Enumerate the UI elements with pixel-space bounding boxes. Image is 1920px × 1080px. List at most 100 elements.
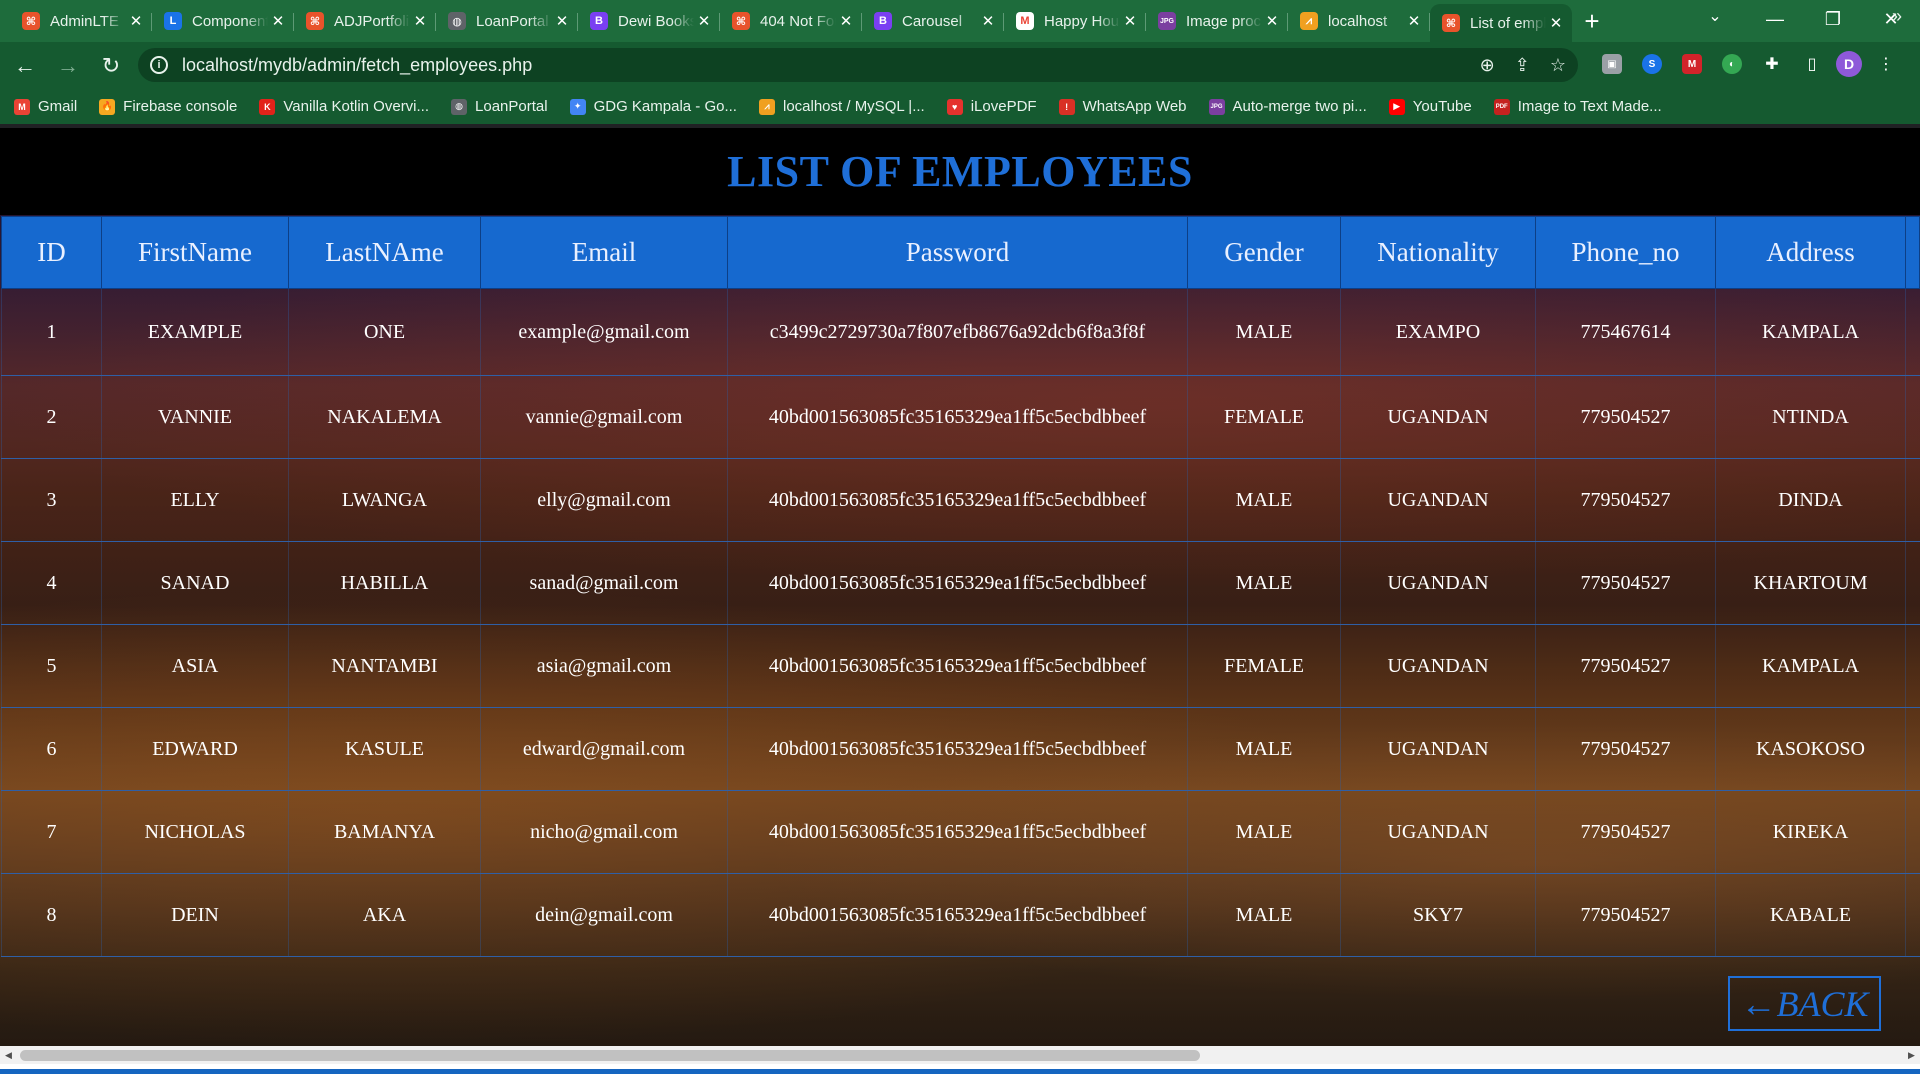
restore-icon[interactable]: ❐ (1804, 0, 1862, 38)
table-cell: EXAMPLE (101, 288, 289, 376)
mendeley-icon[interactable]: M (1676, 48, 1708, 80)
back-button[interactable]: ←BACK (1728, 976, 1881, 1031)
bookmark-label: LoanPortal (475, 98, 548, 115)
bookmarks-overflow-icon[interactable]: » (1892, 6, 1902, 27)
browser-tab[interactable]: ⌘ List of employees✕ (1430, 4, 1572, 42)
browser-tab[interactable]: B Dewi Books ✕ (578, 4, 720, 38)
back-arrow-icon[interactable]: ← (7, 48, 43, 84)
tab-close-icon[interactable]: ✕ (1262, 11, 1282, 31)
address-bar[interactable]: i localhost/mydb/admin/fetch_employees.p… (138, 48, 1578, 82)
scrollbar-thumb[interactable] (20, 1050, 1200, 1061)
shazam-icon[interactable]: S (1636, 48, 1668, 80)
bookmark-item[interactable]: JPG Auto-merge two pi... (1208, 98, 1367, 115)
tab-close-icon[interactable]: ✕ (1404, 11, 1424, 31)
bookmark-item[interactable]: ▶ YouTube (1388, 98, 1472, 115)
table-header-row: ID FirstName LastNAme Email Password Gender Na… (1, 216, 1920, 289)
table-cell-overflow (1905, 873, 1920, 957)
table-cell: MALE (1187, 458, 1341, 542)
translate-extension-icon[interactable]: ◐ (1716, 48, 1748, 80)
employees-table: ID FirstName LastNAme Email Password Gender Na… (1, 216, 1920, 957)
horizontal-scrollbar[interactable]: ◀ ▶ (0, 1046, 1920, 1064)
browser-tab[interactable]: ⌘ AdminLTE ✕ (10, 4, 152, 38)
puzzle-extensions-icon[interactable]: ✚ (1756, 48, 1788, 80)
table-cell: vannie@gmail.com (480, 375, 728, 459)
table-row: 2 VANNIE NAKALEMA vannie@gmail.com 40bd00156… (1, 375, 1920, 459)
page-title: LIST OF EMPLOYEES (727, 147, 1193, 196)
extension-icon[interactable]: ▣ (1596, 48, 1628, 80)
tab-close-icon[interactable]: ✕ (1120, 11, 1140, 31)
bookmark-star-icon[interactable]: ☆ (1550, 55, 1566, 76)
table-cell: 775467614 (1535, 288, 1716, 376)
table-cell: MALE (1187, 873, 1341, 957)
url-text[interactable]: localhost/mydb/admin/fetch_employees.php (182, 55, 532, 76)
layout-icon: L (164, 12, 182, 30)
table-cell: 779504527 (1535, 707, 1716, 791)
tab-close-icon[interactable]: ✕ (410, 11, 430, 31)
table-row: 1 EXAMPLE ONE example@gmail.com c3499c272973… (1, 288, 1920, 376)
reload-icon[interactable]: ↻ (93, 48, 129, 84)
tab-close-icon[interactable]: ✕ (694, 11, 714, 31)
tab-close-icon[interactable]: ✕ (978, 11, 998, 31)
table-cell-overflow (1905, 541, 1920, 625)
bookmark-item[interactable]: PDF Image to Text Made... (1493, 98, 1662, 115)
bookmark-item[interactable]: 🔥 Firebase console (99, 98, 237, 115)
column-header: Address (1715, 216, 1906, 289)
bookmark-item[interactable]: ! WhatsApp Web (1058, 98, 1187, 115)
table-cell: 40bd001563085fc35165329ea1ff5c5ecbdbbeef (727, 873, 1188, 957)
table-row: 7 NICHOLAS BAMANYA nicho@gmail.com 40bd00156… (1, 790, 1920, 874)
scroll-left-icon[interactable]: ◀ (0, 1046, 17, 1064)
zoom-icon[interactable]: ⊕ (1480, 55, 1495, 76)
tab-title: ADJPortfolio (334, 12, 410, 30)
browser-tab[interactable]: L Components✕ (152, 4, 294, 38)
table-cell: ONE (288, 288, 481, 376)
browser-tab[interactable]: M Happy Hours✕ (1004, 4, 1146, 38)
table-cell-overflow (1905, 624, 1920, 708)
browser-menu-icon[interactable]: ⋮ (1870, 48, 1902, 80)
table-cell: 40bd001563085fc35165329ea1ff5c5ecbdbbeef (727, 707, 1188, 791)
table-cell: 5 (1, 624, 102, 708)
codeigniter-icon: ⌘ (732, 12, 750, 30)
share-icon[interactable]: ⇪ (1515, 55, 1530, 76)
globe-icon: ◍ (448, 12, 466, 30)
table-row: 6 EDWARD KASULE edward@gmail.com 40bd0015630… (1, 707, 1920, 791)
tab-close-icon[interactable]: ✕ (1546, 13, 1566, 33)
table-cell: VANNIE (101, 375, 289, 459)
minimize-icon[interactable]: — (1746, 0, 1804, 38)
table-cell: 40bd001563085fc35165329ea1ff5c5ecbdbbeef (727, 458, 1188, 542)
bookmark-item[interactable]: ◍ LoanPortal (451, 98, 548, 115)
table-row: 8 DEIN AKA dein@gmail.com 40bd001563085fc351… (1, 873, 1920, 957)
table-cell: MALE (1187, 707, 1341, 791)
table-cell-overflow (1905, 458, 1920, 542)
table-cell: KAMPALA (1715, 624, 1906, 708)
tab-close-icon[interactable]: ✕ (126, 11, 146, 31)
phpmyadmin-icon: ⩘ (1300, 12, 1318, 30)
bookmark-item[interactable]: K Vanilla Kotlin Overvi... (259, 98, 429, 115)
bookmark-item[interactable]: ♥ iLovePDF (946, 98, 1037, 115)
browser-tab[interactable]: ⌘ ADJPortfolio ✕ (294, 4, 436, 38)
forward-arrow-icon[interactable]: → (50, 48, 86, 84)
side-panel-icon[interactable]: ▯ (1796, 48, 1828, 80)
browser-tab[interactable]: ⌘ 404 Not Found✕ (720, 4, 862, 38)
tab-title: Components (192, 12, 268, 30)
tab-search-icon[interactable]: ⌄ (1700, 6, 1730, 26)
profile-avatar[interactable]: D (1836, 51, 1862, 77)
tab-title: 404 Not Found (760, 12, 836, 30)
tab-close-icon[interactable]: ✕ (268, 11, 288, 31)
table-cell: NANTAMBI (288, 624, 481, 708)
bookmark-item[interactable]: ✦ GDG Kampala - Go... (569, 98, 737, 115)
table-cell: ELLY (101, 458, 289, 542)
jpg-icon: JPG (1208, 98, 1225, 115)
site-info-icon[interactable]: i (150, 56, 168, 74)
new-tab-icon[interactable]: + (1572, 4, 1612, 38)
bookmark-label: GDG Kampala - Go... (593, 98, 737, 115)
browser-tab[interactable]: B Carousel ✕ (862, 4, 1004, 38)
tab-close-icon[interactable]: ✕ (836, 11, 856, 31)
bookmark-item[interactable]: M Gmail (14, 98, 77, 115)
tab-close-icon[interactable]: ✕ (552, 11, 572, 31)
table-cell: UGANDAN (1340, 458, 1536, 542)
browser-tab[interactable]: ◍ LoanPortal ✕ (436, 4, 578, 38)
browser-tab[interactable]: ⩘ localhost ✕ (1288, 4, 1430, 38)
scroll-right-icon[interactable]: ▶ (1903, 1046, 1920, 1064)
bookmark-item[interactable]: ⩘ localhost / MySQL |... (758, 98, 925, 115)
browser-tab[interactable]: JPG Image processing✕ (1146, 4, 1288, 38)
